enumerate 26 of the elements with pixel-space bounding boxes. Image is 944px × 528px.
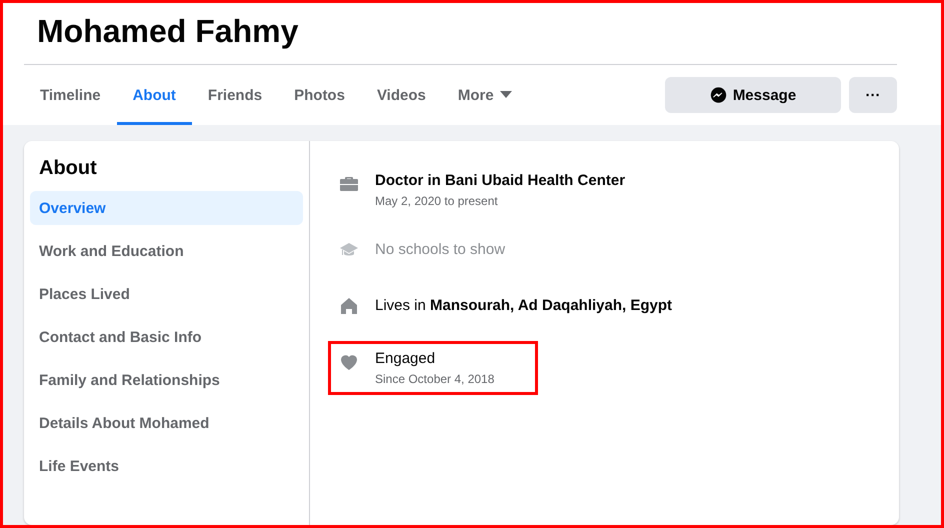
tab[interactable]: More: [442, 65, 528, 125]
messenger-icon: [710, 86, 727, 104]
sidebar-item[interactable]: Life Events: [30, 449, 303, 483]
tab[interactable]: Timeline: [24, 65, 117, 125]
info-date: May 2, 2020 to present: [375, 194, 499, 208]
info-text: Doctor in Bani Ubaid Health Center: [375, 172, 626, 189]
sidebar-item[interactable]: Contact and Basic Info: [30, 320, 303, 354]
sidebar-item[interactable]: Family and Relationships: [30, 363, 303, 397]
sidebar-item[interactable]: Details About Mohamed: [30, 406, 303, 440]
info-text: Engaged: [375, 350, 436, 367]
section-title: About: [39, 157, 98, 180]
sidebar-item[interactable]: Work and Education: [30, 234, 303, 268]
tab[interactable]: Videos: [360, 65, 442, 125]
more-options-button[interactable]: ···: [849, 77, 897, 113]
house-icon: [339, 296, 359, 316]
tab[interactable]: About: [116, 65, 192, 125]
profile-name: Mohamed Fahmy: [36, 12, 300, 51]
sidebar-item[interactable]: Places Lived: [30, 277, 303, 311]
info-date: Since October 4, 2018: [375, 372, 494, 386]
info-text: Lives in Mansourah, Ad Daqahliyah, Egypt: [375, 296, 672, 314]
tab[interactable]: Friends: [192, 65, 278, 125]
message-button[interactable]: Message: [665, 77, 841, 113]
tab[interactable]: Photos: [278, 65, 361, 125]
briefcase-icon: [339, 174, 359, 194]
sidebar-item[interactable]: Overview: [30, 191, 303, 225]
info-text: No schools to show: [375, 240, 506, 258]
